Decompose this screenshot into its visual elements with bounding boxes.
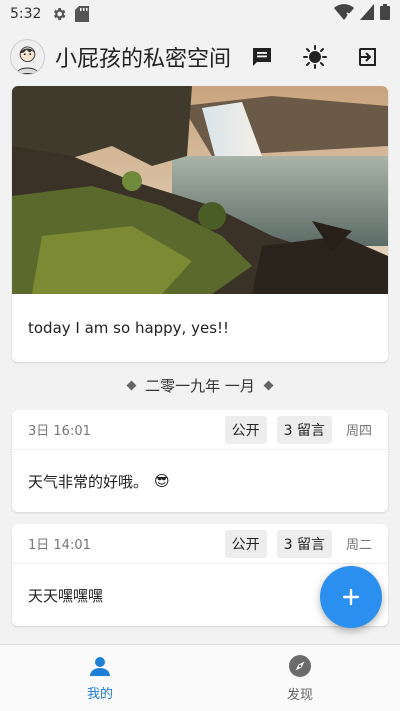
- wifi-icon: [334, 4, 354, 24]
- brightness-icon: [303, 45, 327, 69]
- status-time: 5:32: [10, 6, 42, 22]
- add-entry-button[interactable]: [320, 566, 382, 628]
- visibility-chip[interactable]: 公开: [224, 529, 267, 558]
- avatar-cartoon-icon: [11, 40, 44, 74]
- message-button[interactable]: [240, 35, 284, 79]
- plus-icon: [342, 588, 360, 606]
- nav-label-discover: 发现: [286, 687, 313, 703]
- logout-button[interactable]: [346, 35, 390, 79]
- status-bar: 5:32: [0, 0, 400, 28]
- comments-chip[interactable]: 3 留言: [276, 415, 332, 444]
- nav-item-mine[interactable]: 我的: [0, 645, 200, 711]
- entry-weekday: 周二: [345, 538, 372, 553]
- avatar[interactable]: [10, 39, 45, 75]
- visibility-chip[interactable]: 公开: [224, 415, 267, 444]
- entry-body: 天气非常的好哦。 😎: [12, 450, 388, 512]
- sd-card-icon: [75, 6, 90, 22]
- entry-header: 3日 16:01 公开 3 留言 周四: [12, 410, 388, 450]
- featured-post-card[interactable]: today I am so happy, yes!!: [12, 86, 388, 362]
- entry-weekday: 周四: [345, 424, 372, 439]
- month-label: 二零一九年 一月: [145, 376, 255, 395]
- comments-chip[interactable]: 3 留言: [276, 529, 332, 558]
- message-icon: [253, 48, 271, 66]
- entry-header: 1日 14:01 公开 3 留言 周二: [12, 524, 388, 564]
- waterfall-photo: [12, 86, 388, 294]
- theme-toggle-button[interactable]: [293, 35, 337, 79]
- diamond-icon: [126, 380, 137, 390]
- entry-date: 3日 16:01: [28, 424, 91, 439]
- nav-label-mine: 我的: [86, 686, 113, 702]
- entry-text: 天气非常的好哦。: [28, 472, 149, 491]
- logout-icon: [359, 48, 376, 66]
- app-title: 小屁孩的私密空间: [54, 47, 231, 72]
- diary-feed[interactable]: today I am so happy, yes!! 二零一九年 一月 3日 1…: [0, 86, 400, 644]
- diamond-icon: [263, 380, 274, 390]
- featured-post-text: today I am so happy, yes!!: [28, 319, 230, 337]
- cell-signal-icon: [360, 4, 374, 24]
- nav-item-discover[interactable]: 发现: [200, 645, 400, 711]
- entry-date: 1日 14:01: [28, 538, 91, 553]
- diary-entry-card[interactable]: 3日 16:01 公开 3 留言 周四 天气非常的好哦。 😎: [12, 410, 388, 512]
- sunglasses-emoji: 😎: [154, 472, 170, 490]
- bottom-nav: 我的 发现: [0, 644, 400, 711]
- battery-icon: [380, 4, 390, 24]
- entry-text: 天天嘿嘿嘿: [28, 586, 104, 605]
- compass-icon: [289, 654, 311, 677]
- person-icon: [90, 656, 110, 676]
- app-bar: 小屁孩的私密空间: [0, 28, 400, 86]
- settings-gear-icon: [51, 6, 67, 22]
- month-divider: 二零一九年 一月: [0, 374, 400, 396]
